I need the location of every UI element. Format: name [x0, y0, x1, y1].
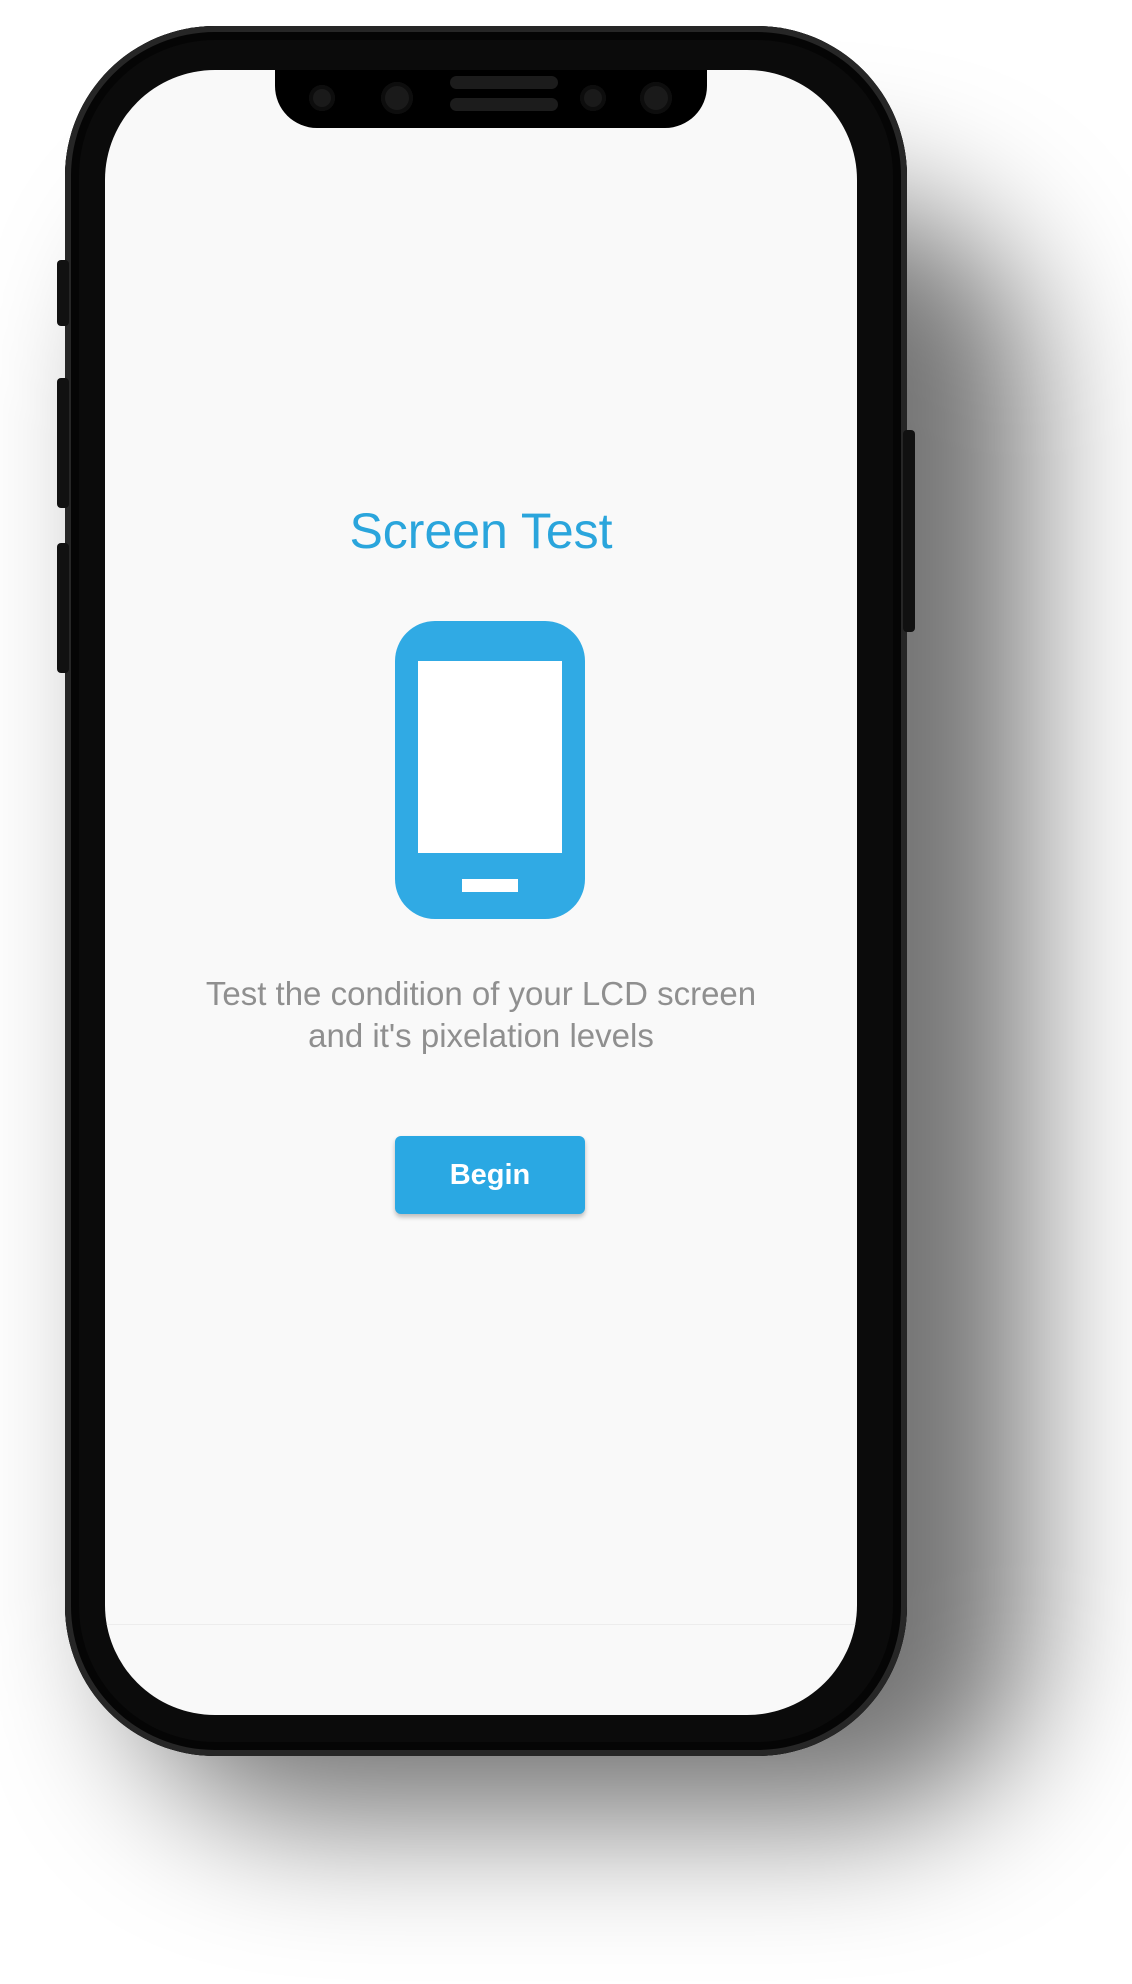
smartphone-icon-display — [418, 661, 562, 853]
flood-illuminator — [640, 82, 672, 114]
begin-button[interactable]: Begin — [395, 1136, 585, 1214]
volume-down-button — [57, 543, 69, 673]
volume-up-button — [57, 378, 69, 508]
app-screen: Screen Test Test the condition of your L… — [105, 70, 857, 1715]
device-notch — [275, 70, 707, 128]
earpiece-speaker — [450, 76, 558, 89]
mockup-stage: Screen Test Test the condition of your L… — [0, 0, 1132, 1984]
page-title: Screen Test — [349, 503, 613, 559]
proximity-sensor — [309, 85, 335, 111]
bottom-divider — [105, 1624, 857, 1625]
description-text: Test the condition of your LCD screen an… — [145, 973, 817, 1057]
earpiece-speaker-lower — [450, 98, 558, 111]
mute-switch — [57, 260, 69, 326]
description-line-2: and it's pixelation levels — [308, 1017, 654, 1054]
description-line-1: Test the condition of your LCD screen — [205, 975, 757, 1012]
smartphone-icon — [395, 621, 585, 919]
front-camera — [381, 82, 413, 114]
ambient-sensor — [580, 85, 606, 111]
power-button — [903, 430, 915, 632]
smartphone-icon-home-bar — [462, 879, 518, 892]
